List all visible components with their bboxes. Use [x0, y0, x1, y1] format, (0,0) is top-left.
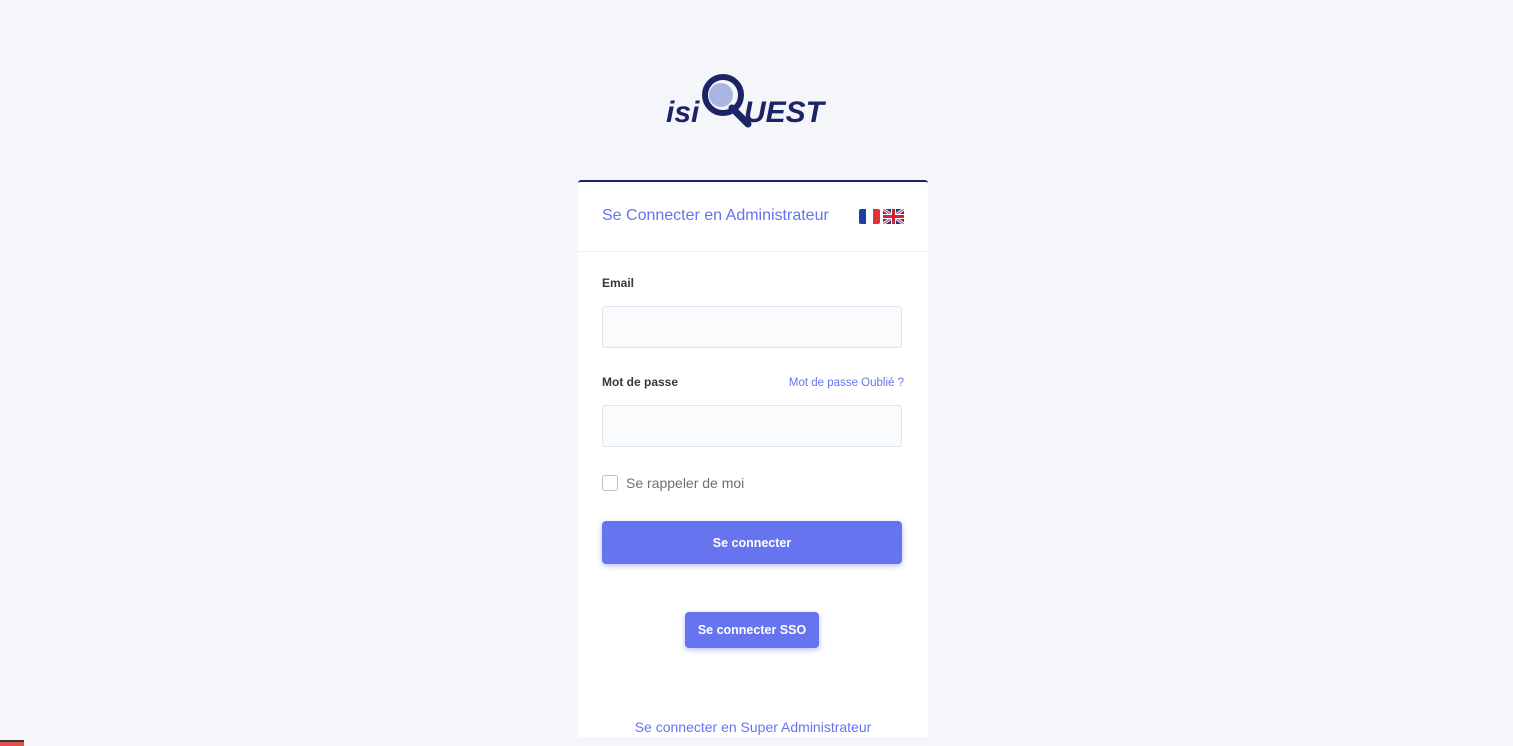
remember-me-label: Se rappeler de moi	[626, 475, 745, 491]
login-button[interactable]: Se connecter	[602, 521, 902, 564]
card-header: Se Connecter en Administrateur	[578, 182, 928, 252]
remember-me: Se rappeler de moi	[602, 475, 744, 491]
sso-login-button[interactable]: Se connecter SSO	[685, 612, 819, 648]
logo-graphic: isi UEST	[666, 74, 827, 129]
remember-me-checkbox[interactable]	[602, 475, 618, 491]
email-label: Email	[602, 276, 635, 290]
super-admin-login-link[interactable]: Se connecter en Super Administrateur	[578, 719, 928, 735]
forgot-password-link[interactable]: Mot de passe Oublié ?	[789, 377, 904, 389]
email-field[interactable]	[602, 306, 902, 348]
password-label: Mot de passe	[602, 375, 679, 389]
card-title: Se Connecter en Administrateur	[602, 207, 829, 224]
language-switcher	[859, 209, 904, 224]
svg-text:UEST: UEST	[744, 96, 827, 129]
isiquest-logo: isi UEST	[666, 70, 838, 130]
login-card: Se Connecter en Administrateur Email Mot…	[578, 180, 928, 737]
uk-flag-icon[interactable]	[883, 209, 904, 224]
password-field[interactable]	[602, 405, 902, 447]
france-flag-icon[interactable]	[859, 209, 880, 224]
svg-text:isi: isi	[666, 96, 700, 129]
corner-badge	[0, 740, 24, 746]
